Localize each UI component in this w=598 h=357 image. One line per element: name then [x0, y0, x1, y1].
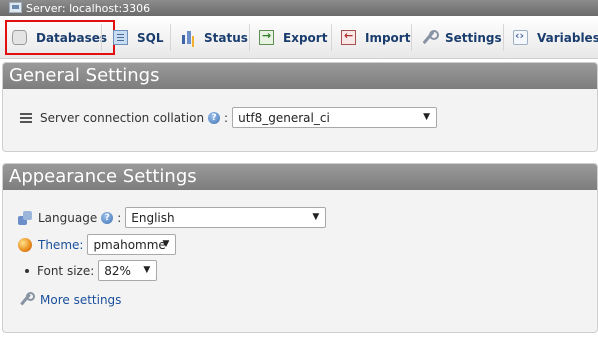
- help-icon[interactable]: ?: [101, 211, 114, 224]
- help-icon[interactable]: ?: [208, 111, 221, 124]
- theme-link[interactable]: Theme:: [38, 238, 83, 252]
- language-label: Language: [38, 210, 98, 225]
- tab-status[interactable]: Status: [180, 20, 248, 55]
- general-settings-title: General Settings: [3, 63, 597, 89]
- tab-variables[interactable]: Variables: [513, 20, 598, 55]
- tab-settings[interactable]: Settings: [421, 20, 502, 55]
- theme-select[interactable]: pmahomme ▼: [87, 234, 177, 255]
- language-icon: [18, 210, 32, 225]
- chevron-down-icon: ▼: [143, 265, 151, 275]
- server-icon: [9, 2, 22, 13]
- fontsize-value: 82%: [104, 263, 131, 278]
- fontsize-row: Font size: 82% ▼: [18, 260, 158, 281]
- collation-value: utf8_general_ci: [238, 110, 330, 125]
- status-chart-icon: [180, 30, 195, 45]
- tab-export[interactable]: Export: [259, 20, 327, 55]
- collation-label: Server connection collation: [40, 110, 205, 125]
- import-icon: [341, 29, 356, 45]
- tab-divider: [503, 24, 504, 51]
- theme-value: pmahomme: [93, 237, 166, 252]
- tab-settings-label: Settings: [445, 30, 502, 45]
- wrench-icon: [421, 30, 439, 45]
- tab-import[interactable]: Import: [341, 20, 410, 55]
- tab-import-label: Import: [365, 30, 411, 45]
- tab-variables-label: Variables: [537, 30, 598, 45]
- appearance-settings-title: Appearance Settings: [3, 164, 597, 190]
- tab-sql[interactable]: SQL: [113, 20, 164, 55]
- collation-select[interactable]: utf8_general_ci ▼: [232, 107, 438, 128]
- tab-status-label: Status: [204, 30, 248, 45]
- chevron-down-icon: ▼: [423, 112, 431, 122]
- server-breadcrumb[interactable]: Server: localhost:3306: [0, 0, 598, 16]
- general-settings-panel: General Settings Server connection colla…: [2, 62, 598, 152]
- server-label[interactable]: Server: localhost:3306: [26, 2, 150, 15]
- more-settings-link[interactable]: More settings: [40, 293, 121, 307]
- variables-icon: [513, 29, 528, 45]
- list-icon: [20, 112, 32, 123]
- theme-icon: [18, 237, 32, 252]
- tab-divider: [331, 24, 332, 51]
- export-icon: [259, 29, 274, 45]
- wrench-icon: [18, 292, 35, 307]
- tab-databases[interactable]: Databases: [5, 20, 116, 55]
- tab-divider: [101, 24, 102, 51]
- tab-export-label: Export: [283, 30, 328, 45]
- tab-divider: [411, 24, 412, 51]
- colon-separator: :: [224, 110, 229, 125]
- theme-row: Theme: pmahomme ▼: [18, 234, 177, 255]
- tab-sql-label: SQL: [137, 30, 164, 45]
- tab-divider: [249, 24, 250, 51]
- collation-row: Server connection collation ? : utf8_gen…: [20, 107, 438, 128]
- fontsize-select[interactable]: 82% ▼: [98, 260, 158, 281]
- top-menu-tabs: Databases SQL Status Export Import Setti…: [0, 16, 598, 59]
- tab-divider: [170, 24, 171, 51]
- language-row: Language ? : English ▼: [18, 207, 327, 228]
- appearance-settings-panel: Appearance Settings Language ? : English…: [2, 163, 598, 333]
- database-icon: [12, 30, 27, 45]
- language-value: English: [131, 210, 175, 225]
- sql-icon: [113, 30, 128, 45]
- chevron-down-icon: ▼: [312, 212, 320, 222]
- chevron-down-icon: ▼: [162, 239, 170, 249]
- colon-separator: :: [117, 210, 122, 225]
- fontsize-label: Font size:: [37, 263, 95, 278]
- more-settings-row: More settings: [18, 292, 121, 307]
- language-select[interactable]: English ▼: [125, 207, 327, 228]
- tab-databases-label: Databases: [36, 30, 108, 45]
- bullet: [25, 268, 29, 273]
